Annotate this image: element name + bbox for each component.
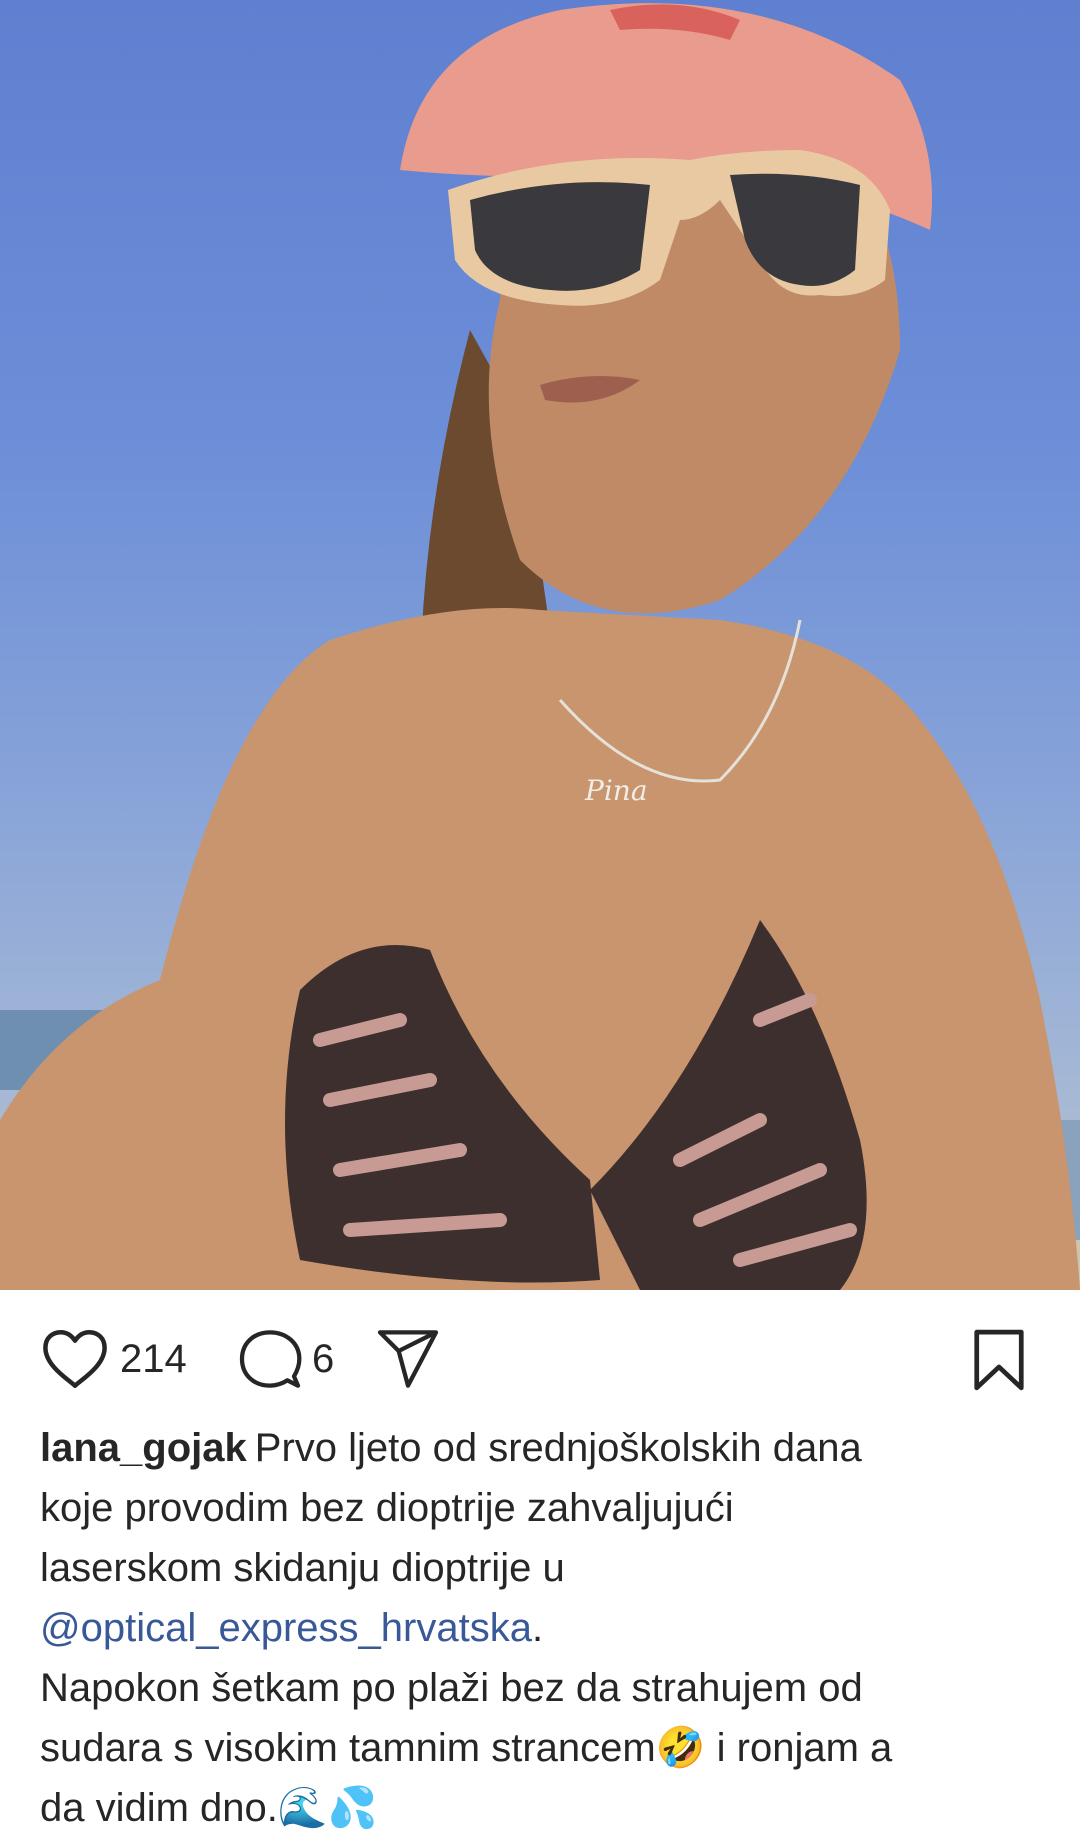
comment-action: 6 — [238, 1328, 334, 1390]
caption-line-5: Napokon šetkam po plaži bez da strahujem… — [40, 1666, 863, 1710]
caption-line-2: koje provodim bez dioptrije zahvaljujući — [40, 1486, 734, 1530]
caption-period: . — [531, 1606, 544, 1650]
like-action: 214 — [40, 1328, 187, 1390]
caption-text-1: Prvo ljeto od srednjoškolskih dana — [254, 1426, 862, 1470]
photo-illustration: Pina — [0, 3, 1080, 1290]
likes-count[interactable]: 214 — [120, 1339, 187, 1379]
share-action — [376, 1328, 440, 1390]
caption-line-7: da vidim dno.🌊💦 — [40, 1786, 378, 1830]
caption-line-1: lana_gojak Prvo ljeto od srednjoškolskih … — [40, 1418, 1050, 1478]
comments-count[interactable]: 6 — [312, 1339, 334, 1379]
caption-line-6: sudara s visokim tamnim strancem🤣 i ronj… — [40, 1726, 893, 1770]
caption-line-4: @optical_express_hrvatska. — [40, 1598, 1050, 1658]
comment-bubble-icon[interactable] — [238, 1328, 302, 1390]
post-photo[interactable]: Pina — [0, 0, 1080, 1290]
post-caption: lana_gojak Prvo ljeto od srednjoškolskih … — [40, 1418, 1050, 1838]
save-action — [970, 1328, 1028, 1392]
caption-line-3: laserskom skidanju dioptrije u — [40, 1546, 565, 1590]
caption-username[interactable]: lana_gojak — [40, 1426, 247, 1470]
caption-mention[interactable]: @optical_express_hrvatska — [40, 1606, 532, 1650]
paper-plane-icon[interactable] — [376, 1328, 440, 1390]
necklace-pendant: Pina — [584, 774, 648, 807]
bookmark-icon[interactable] — [970, 1328, 1028, 1392]
post-action-bar: 214 6 — [0, 1290, 1080, 1420]
heart-icon[interactable] — [40, 1328, 110, 1390]
left-lens — [470, 182, 650, 291]
